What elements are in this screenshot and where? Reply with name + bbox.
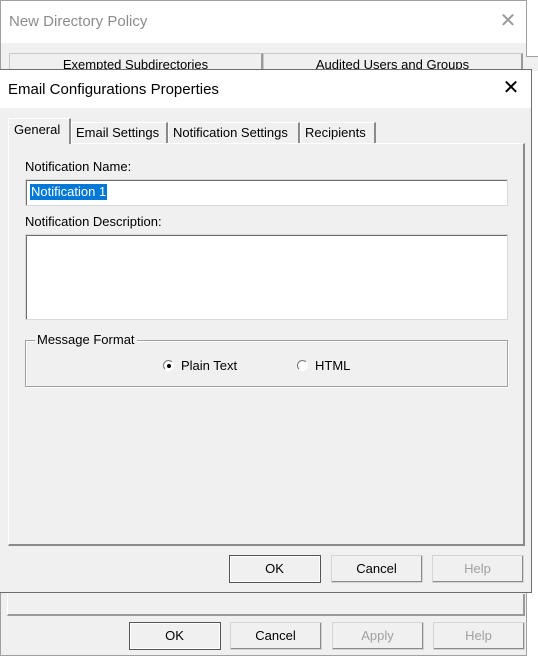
tab-general[interactable]: General <box>8 118 71 144</box>
tab-email-settings[interactable]: Email Settings <box>71 122 168 143</box>
help-button[interactable]: Help <box>432 555 524 583</box>
close-icon[interactable]: ✕ <box>498 11 518 31</box>
email-configurations-dialog: Email Configurations Properties ✕ Genera… <box>0 69 532 593</box>
radio-checked-icon[interactable] <box>163 360 174 371</box>
background-ok-button[interactable]: OK <box>129 622 221 650</box>
tab-recipients[interactable]: Recipients <box>300 122 376 143</box>
background-apply-button[interactable]: Apply <box>332 622 424 650</box>
notification-description-textarea[interactable] <box>25 234 508 320</box>
background-help-button[interactable]: Help <box>433 622 525 650</box>
radio-unchecked-icon[interactable] <box>297 360 308 371</box>
message-format-group: Message Format Plain Text HTML <box>25 332 508 387</box>
notification-name-input[interactable]: Notification 1 <box>25 179 508 206</box>
html-label: HTML <box>315 358 351 373</box>
background-window-title: New Directory Policy <box>9 13 148 30</box>
plain-text-radio[interactable]: Plain Text <box>163 358 237 373</box>
background-cancel-button[interactable]: Cancel <box>230 622 322 650</box>
close-icon[interactable]: ✕ <box>501 78 521 98</box>
message-format-legend: Message Format <box>35 332 137 347</box>
cancel-button[interactable]: Cancel <box>331 555 423 583</box>
tab-notification-settings[interactable]: Notification Settings <box>168 122 300 143</box>
dialog-titlebar: Email Configurations Properties ✕ <box>0 70 531 108</box>
html-radio[interactable]: HTML <box>297 358 350 373</box>
notification-name-value: Notification 1 <box>30 184 108 200</box>
ok-button[interactable]: OK <box>229 555 321 583</box>
background-titlebar: New Directory Policy ✕ <box>1 1 526 43</box>
dialog-title: Email Configurations Properties <box>8 81 219 98</box>
notification-description-label: Notification Description: <box>25 214 162 229</box>
general-tab-panel: Notification Name: Notification 1 Notifi… <box>8 143 525 546</box>
plain-text-label: Plain Text <box>181 358 238 373</box>
background-tab-panel <box>7 594 525 616</box>
notification-name-label: Notification Name: <box>25 159 132 174</box>
